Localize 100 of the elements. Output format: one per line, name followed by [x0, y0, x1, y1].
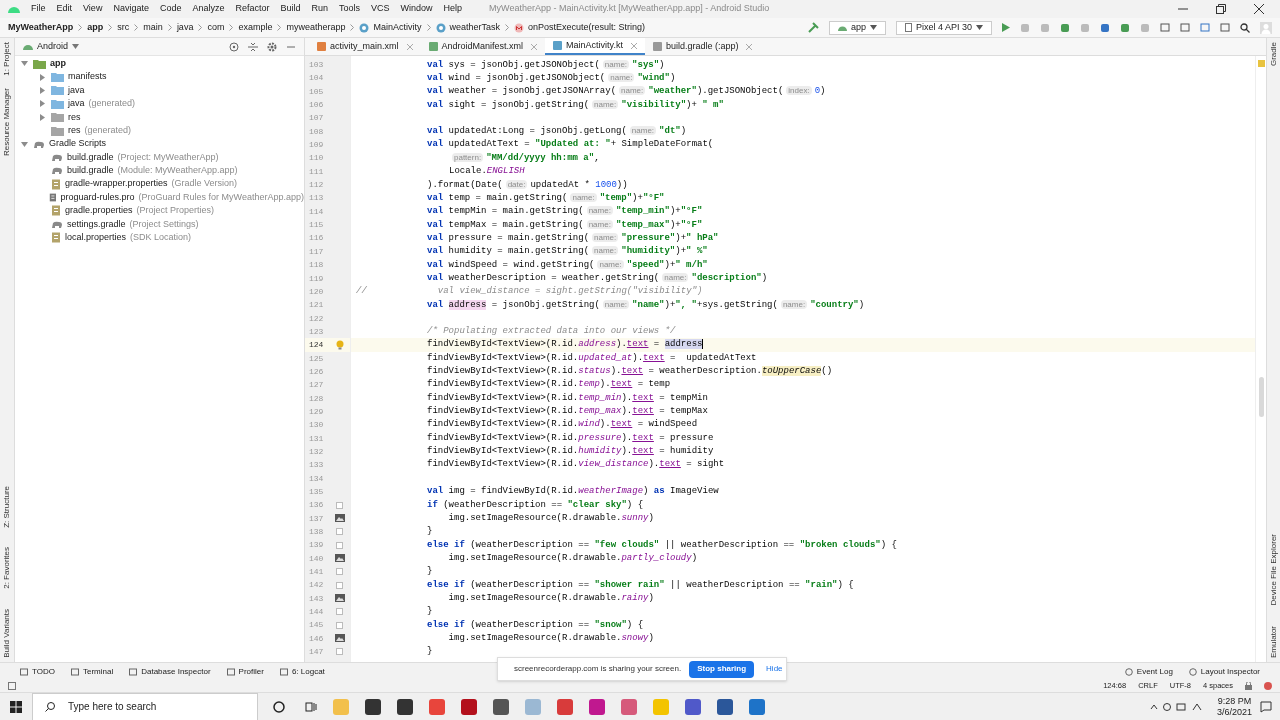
close-tab-icon[interactable]: [531, 43, 538, 50]
toolbar-icon[interactable]: [1140, 22, 1150, 33]
hide-button[interactable]: Hide: [762, 663, 787, 675]
image-icon[interactable]: [334, 634, 345, 643]
menu-item[interactable]: Edit: [56, 2, 73, 16]
toolbar-icon[interactable]: [1160, 22, 1170, 33]
collapsed-arrow-icon[interactable]: [38, 113, 46, 121]
close-icon[interactable]: [1254, 4, 1264, 14]
tool-window-button[interactable]: TODO: [20, 665, 55, 678]
fold-marker-icon[interactable]: [336, 581, 343, 589]
breadcrumb-item[interactable]: main: [143, 20, 163, 35]
tool-window-tab[interactable]: Resource Manager: [0, 87, 17, 156]
tool-window-tab[interactable]: Z: Structure: [0, 485, 17, 528]
image-icon[interactable]: [334, 594, 345, 603]
fold-marker-icon[interactable]: [336, 501, 343, 509]
taskbar-app-icon[interactable]: [715, 696, 735, 717]
taskbar-app-icon[interactable]: [459, 696, 479, 717]
breadcrumb-item[interactable]: MainActivity: [373, 20, 422, 35]
menu-item[interactable]: VCS: [371, 2, 390, 16]
breadcrumb-item[interactable]: onPostExecute(result: String): [528, 20, 646, 35]
menu-item[interactable]: Run: [311, 2, 328, 16]
close-tab-icon[interactable]: [630, 42, 637, 49]
lightbulb-icon[interactable]: [335, 339, 344, 350]
task-view-icon[interactable]: [305, 700, 317, 713]
menu-item[interactable]: Tools: [339, 2, 361, 16]
fold-marker-icon[interactable]: [336, 621, 343, 629]
expanded-arrow-icon[interactable]: [20, 140, 28, 148]
tree-item[interactable]: proguard-rules.pro (ProGuard Rules for MyWeatherApp.app): [15, 190, 304, 205]
editor-tab[interactable]: AndroidManifest.xml: [420, 38, 546, 55]
device-dropdown[interactable]: Pixel 4 API 30: [895, 20, 992, 35]
breadcrumb-item[interactable]: example: [238, 20, 273, 35]
fold-marker-icon[interactable]: [336, 541, 343, 549]
run-icon[interactable]: [1002, 23, 1010, 32]
taskbar-app-icon[interactable]: [587, 696, 607, 717]
tree-item[interactable]: local.properties (SDK Location): [15, 231, 304, 245]
lock-icon[interactable]: [1245, 682, 1252, 690]
stop-sharing-button[interactable]: Stop sharing: [689, 660, 755, 678]
toolbar-icon[interactable]: [1020, 22, 1030, 33]
tool-window-button[interactable]: 6: Logcat: [279, 665, 325, 678]
search-icon[interactable]: [1240, 22, 1250, 33]
toolbar-icon[interactable]: [1120, 22, 1130, 33]
clock-time[interactable]: 9:28 PM: [1217, 695, 1252, 707]
collapse-icon[interactable]: [248, 41, 258, 52]
editor-tab[interactable]: build.gradle (:app): [644, 38, 761, 55]
toolbar-icon[interactable]: [1200, 22, 1210, 33]
menu-item[interactable]: Help: [443, 2, 463, 16]
menu-item[interactable]: Build: [280, 2, 301, 16]
toolbar-icon[interactable]: [1100, 22, 1110, 33]
collapsed-arrow-icon[interactable]: [38, 100, 46, 108]
menu-item[interactable]: Code: [159, 2, 182, 16]
breadcrumb-item[interactable]: myweatherapp: [286, 20, 346, 35]
collapsed-arrow-icon[interactable]: [38, 86, 46, 94]
taskbar-app-icon[interactable]: [683, 696, 703, 717]
tool-window-tab[interactable]: Emulator: [1263, 626, 1280, 658]
editor-tab[interactable]: MainActivity.kt: [545, 38, 645, 55]
run-config-dropdown[interactable]: app: [828, 20, 886, 35]
fold-marker-icon[interactable]: [336, 648, 343, 656]
breadcrumb-item[interactable]: java: [176, 20, 194, 35]
tool-window-tab[interactable]: Device File Explorer: [1263, 534, 1280, 606]
tree-item[interactable]: gradle.properties (Project Properties): [15, 204, 304, 218]
tree-item[interactable]: res: [15, 110, 304, 124]
tool-window-tab[interactable]: 2: Favorites: [0, 547, 17, 590]
toolbar-icon[interactable]: [1220, 22, 1230, 33]
window-icon[interactable]: [8, 682, 16, 690]
tool-window-button[interactable]: Event Log: [1124, 665, 1173, 678]
collapsed-arrow-icon[interactable]: [38, 73, 46, 81]
close-tab-icon[interactable]: [746, 43, 753, 50]
tree-item[interactable]: manifests: [15, 70, 304, 84]
tree-item[interactable]: java (generated): [15, 97, 304, 111]
taskbar-app-icon[interactable]: [363, 696, 383, 717]
tree-item[interactable]: settings.gradle (Project Settings): [15, 217, 304, 232]
tool-window-tab[interactable]: 1: Project: [0, 42, 17, 76]
notification-icon[interactable]: [1260, 700, 1272, 713]
cortana-icon[interactable]: [273, 700, 285, 713]
tool-window-button[interactable]: Layout Inspector: [1188, 665, 1260, 678]
tool-window-button[interactable]: Profiler: [226, 665, 264, 678]
settings-icon[interactable]: [267, 41, 277, 52]
menu-item[interactable]: Analyze: [192, 2, 225, 16]
locate-icon[interactable]: [229, 41, 239, 52]
tree-item[interactable]: app: [15, 57, 304, 71]
tree-item[interactable]: build.gradle (Project: MyWeatherApp): [15, 150, 304, 165]
expanded-arrow-icon[interactable]: [20, 60, 28, 68]
breadcrumb-item[interactable]: com: [207, 20, 225, 35]
fold-marker-icon[interactable]: [336, 528, 343, 536]
taskbar-search-field[interactable]: Type here to search: [32, 692, 258, 720]
breadcrumb-item[interactable]: app: [87, 20, 104, 35]
taskbar-app-icon[interactable]: [491, 696, 511, 717]
tree-item[interactable]: gradle-wrapper.properties (Gradle Version): [15, 177, 304, 191]
close-tab-icon[interactable]: [406, 43, 413, 50]
image-icon[interactable]: [334, 514, 345, 523]
breadcrumb-item[interactable]: weatherTask: [449, 20, 501, 35]
toolbar-icon[interactable]: [1040, 22, 1050, 33]
menu-item[interactable]: Window: [400, 2, 433, 16]
project-view-dropdown[interactable]: Android: [23, 39, 80, 54]
hammer-icon[interactable]: [807, 22, 819, 33]
error-icon[interactable]: [1264, 682, 1272, 690]
toolbar-icon[interactable]: [1180, 22, 1190, 33]
image-icon[interactable]: [334, 554, 345, 563]
windows-start-icon[interactable]: [10, 700, 22, 713]
breadcrumb-item[interactable]: MyWeatherApp: [8, 20, 74, 35]
